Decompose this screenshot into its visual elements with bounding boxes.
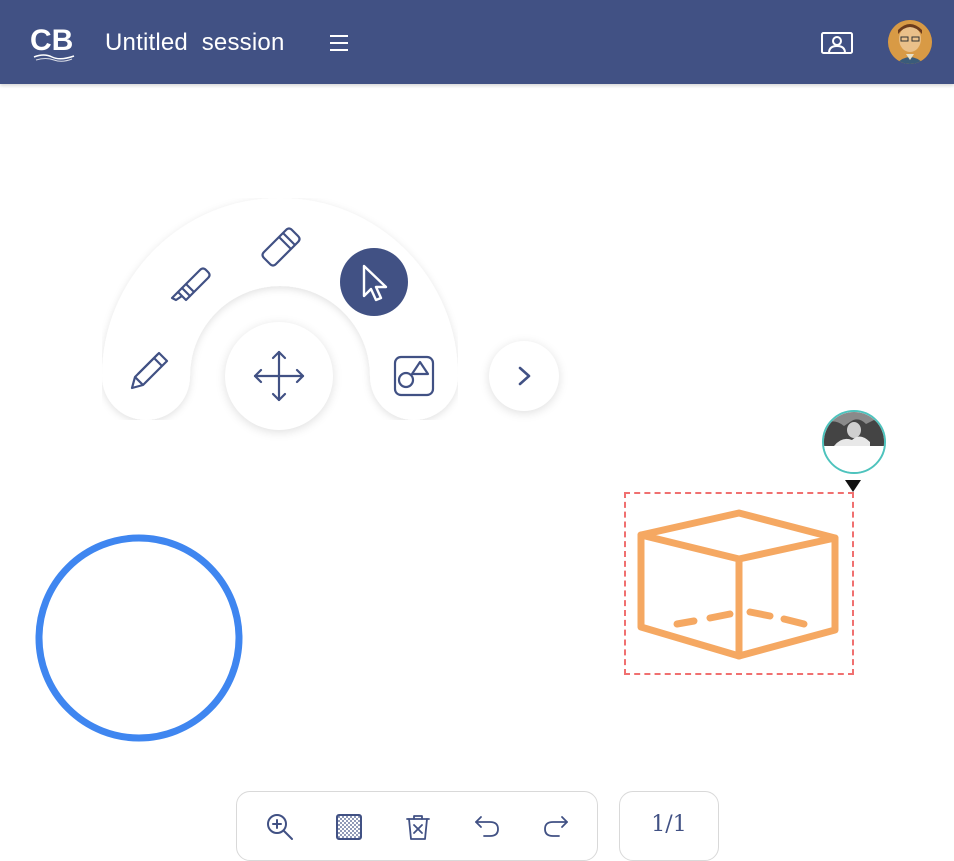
redo-icon[interactable] xyxy=(541,812,571,842)
page-indicator[interactable]: 1/1 xyxy=(619,791,719,861)
page-number: 1/1 xyxy=(651,812,687,837)
presenter-screen-icon[interactable] xyxy=(819,28,855,58)
drawn-circle[interactable] xyxy=(35,534,243,742)
user-avatar[interactable] xyxy=(888,20,932,64)
background-pattern-icon[interactable] xyxy=(334,812,364,842)
collaborator-avatar[interactable] xyxy=(822,410,886,474)
move-arrows-icon[interactable] xyxy=(225,322,333,430)
eraser-icon[interactable] xyxy=(254,218,306,270)
chevron-right-icon[interactable] xyxy=(489,341,559,411)
selection-handle-marker[interactable] xyxy=(843,478,863,494)
shapes-icon[interactable] xyxy=(388,350,440,402)
undo-icon[interactable] xyxy=(472,812,502,842)
session-title[interactable]: Untitled session xyxy=(105,29,285,57)
trash-x-icon[interactable] xyxy=(403,812,433,842)
svg-text:CB: CB xyxy=(30,24,73,57)
bottom-toolbar xyxy=(236,791,598,861)
cube-image[interactable] xyxy=(632,500,846,666)
pencil-icon[interactable] xyxy=(124,346,174,396)
cursor-arrow-icon[interactable] xyxy=(340,248,408,316)
highlighter-icon[interactable] xyxy=(162,258,212,308)
zoom-in-icon[interactable] xyxy=(265,812,295,842)
hamburger-menu-icon[interactable] xyxy=(326,30,352,56)
app-logo[interactable]: CB xyxy=(30,22,78,64)
top-bar: CB Untitled session xyxy=(0,0,954,84)
